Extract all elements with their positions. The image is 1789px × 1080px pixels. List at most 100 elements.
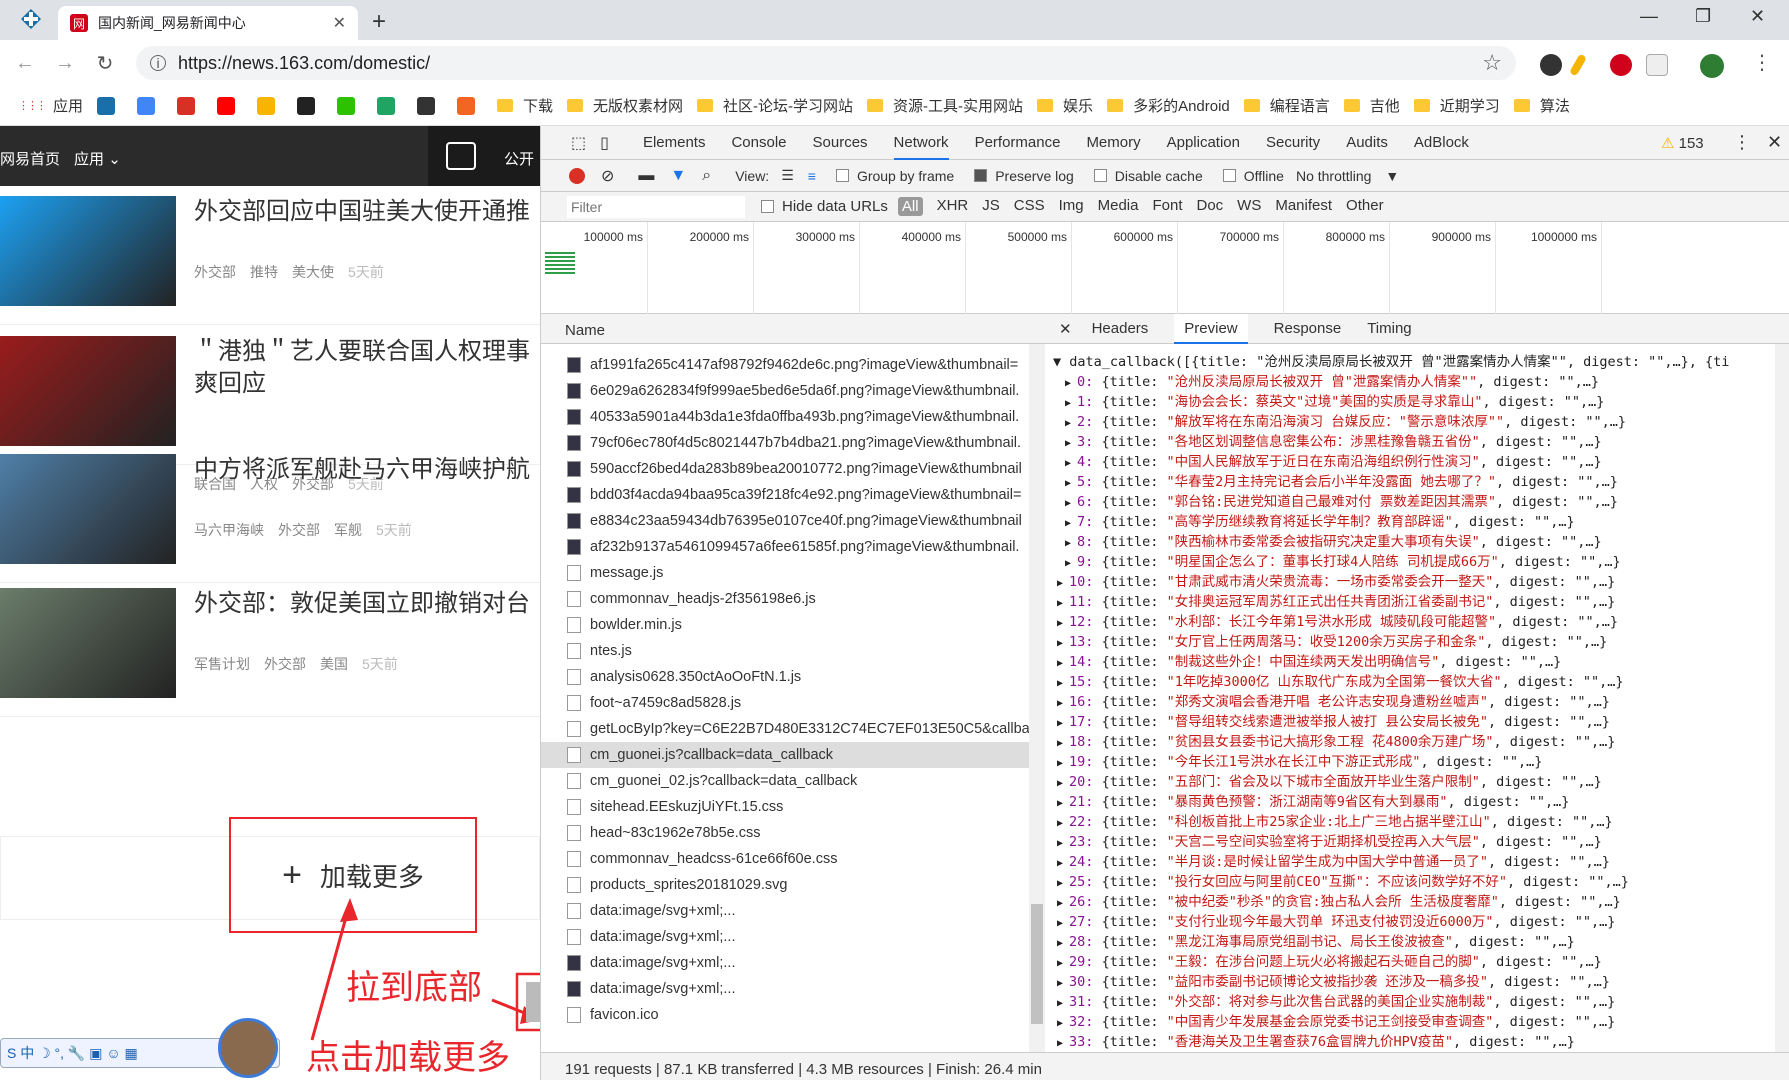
bookmark-item[interactable] bbox=[97, 96, 123, 115]
reload-icon[interactable]: ↻ bbox=[90, 51, 120, 76]
preview-item[interactable]: ▶ 31: {title: "外交部：将对参与此次售台武器的美国企业实施制裁",… bbox=[1053, 992, 1775, 1012]
filter-type-ws[interactable]: WS bbox=[1237, 197, 1261, 216]
profile-avatar[interactable] bbox=[1700, 54, 1724, 78]
bookmark-item[interactable] bbox=[457, 96, 483, 115]
preview-item[interactable]: ▶ 10: {title: "甘肃武威市清火荣贵流毒：一场市委常委会开一整天",… bbox=[1053, 572, 1775, 592]
request-row[interactable]: data:image/svg+xml;... bbox=[541, 898, 1029, 924]
request-row[interactable]: bdd03f4acda94baa95ca39f218fc4e92.png?ima… bbox=[541, 482, 1029, 508]
filter-type-doc[interactable]: Doc bbox=[1196, 197, 1223, 216]
tab-sources[interactable]: Sources bbox=[813, 126, 868, 160]
name-column-header[interactable]: Name bbox=[541, 314, 1045, 344]
extension-pencil-icon[interactable] bbox=[1569, 53, 1587, 77]
minimize-button[interactable]: — bbox=[1640, 6, 1658, 27]
news-tag[interactable]: 外交部 bbox=[278, 522, 320, 538]
news-tag[interactable]: 美大使 bbox=[292, 264, 334, 280]
hide-data-urls-checkbox[interactable] bbox=[761, 200, 774, 213]
throttling-select[interactable]: No throttling ▼ bbox=[1296, 168, 1399, 184]
preview-item[interactable]: ▶ 25: {title: "投行女回应与阿里前CEO"互撕"：不应该问数学好不… bbox=[1053, 872, 1775, 892]
bookmark-item[interactable]: 吉他 bbox=[1343, 95, 1400, 116]
group-by-frame-checkbox[interactable] bbox=[835, 169, 849, 182]
request-row[interactable]: favicon.ico bbox=[541, 1002, 1029, 1028]
close-window-button[interactable]: ✕ bbox=[1750, 6, 1765, 27]
preview-item[interactable]: ▶ 8: {title: "陕西榆林市委常委会被指研究决定重大事项有失误", d… bbox=[1053, 532, 1775, 552]
detail-tab-response[interactable]: Response bbox=[1274, 314, 1342, 344]
warning-count[interactable]: ⚠ 153 bbox=[1661, 134, 1704, 152]
bookmark-item[interactable]: 下载 bbox=[497, 95, 553, 116]
filter-type-media[interactable]: Media bbox=[1098, 197, 1139, 216]
preview-item[interactable]: ▶ 12: {title: "水利部：长江今年第1号洪水形成 城陵矶段可能超警"… bbox=[1053, 612, 1775, 632]
nav-home-link[interactable]: 网易首页 bbox=[0, 148, 60, 169]
filter-type-css[interactable]: CSS bbox=[1014, 197, 1045, 216]
offline-checkbox[interactable] bbox=[1222, 169, 1236, 182]
new-tab-button[interactable]: + bbox=[372, 8, 386, 36]
preview-item[interactable]: ▶ 15: {title: "1年吃掉3000亿 山东取代广东成为全国第一餐饮大… bbox=[1053, 672, 1775, 692]
tab-audits[interactable]: Audits bbox=[1346, 126, 1388, 160]
back-icon[interactable]: ← bbox=[10, 52, 40, 75]
info-icon[interactable]: i bbox=[150, 55, 166, 71]
tab-network[interactable]: Network bbox=[893, 126, 949, 160]
ime-icon[interactable]: S 中 ☽ °, 🔧 ▣ ☺ ▦ bbox=[7, 1043, 138, 1063]
disable-cache-checkbox[interactable] bbox=[1093, 169, 1107, 182]
filter-type-js[interactable]: JS bbox=[982, 197, 1000, 216]
preview-item[interactable]: ▶ 11: {title: "女排奥运冠军周苏红正式出任共青团浙江省委副书记",… bbox=[1053, 592, 1775, 612]
bookmark-item[interactable]: 资源-工具-实用网站 bbox=[867, 95, 1023, 116]
news-thumbnail[interactable] bbox=[0, 336, 176, 446]
news-title[interactable]: ＂港独＂艺人要联合国人权理事 爽回应 bbox=[194, 336, 540, 400]
preview-item[interactable]: ▶ 28: {title: "黑龙江海事局原党组副书记、局长王俊波被查", di… bbox=[1053, 932, 1775, 952]
request-row[interactable]: foot~a7459c8ad5828.js bbox=[541, 690, 1029, 716]
bookmark-item[interactable]: 算法 bbox=[1513, 95, 1570, 116]
extension-ninja-icon[interactable] bbox=[1540, 54, 1562, 76]
news-title[interactable]: 外交部：敦促美国立即撤销对台 bbox=[194, 588, 540, 620]
preview-item[interactable]: ▶ 24: {title: "半月谈:是时候让留学生成为中国大学中普通一员了",… bbox=[1053, 852, 1775, 872]
news-tag[interactable]: 军售计划 bbox=[194, 656, 250, 672]
nav-apps-link[interactable]: 应用 ⌄ bbox=[74, 148, 121, 169]
request-list-scrollbar[interactable] bbox=[1029, 344, 1045, 1052]
tab-adblock[interactable]: AdBlock bbox=[1414, 126, 1469, 160]
news-thumbnail[interactable] bbox=[0, 588, 176, 698]
preview-item[interactable]: ▶ 14: {title: "制裁这些外企！中国连续两天发出明确信号", dig… bbox=[1053, 652, 1775, 672]
detail-tab-headers[interactable]: Headers bbox=[1092, 314, 1149, 344]
load-more-button[interactable]: + 加载更多 bbox=[229, 817, 477, 933]
request-row[interactable]: 79cf06ec780f4d5c8021447b7b4dba21.png?ima… bbox=[541, 430, 1029, 456]
bookmark-item[interactable]: 近期学习 bbox=[1413, 95, 1500, 116]
bookmark-item[interactable] bbox=[417, 96, 443, 115]
inspect-icon[interactable]: ⬚ bbox=[571, 133, 586, 153]
request-row[interactable]: analysis0628.350ctAoOoFtN.1.js bbox=[541, 664, 1029, 690]
tab-application[interactable]: Application bbox=[1167, 126, 1240, 160]
preview-item[interactable]: ▶ 22: {title: "科创板首批上市25家企业:北上广三地占据半壁江山"… bbox=[1053, 812, 1775, 832]
request-row[interactable]: commonnav_headjs-2f356198e6.js bbox=[541, 586, 1029, 612]
bookmark-item[interactable]: 社区-论坛-学习网站 bbox=[697, 95, 853, 116]
bookmark-item[interactable] bbox=[177, 96, 203, 115]
request-row[interactable]: data:image/svg+xml;... bbox=[541, 976, 1029, 1002]
news-tag[interactable]: 推特 bbox=[250, 264, 278, 280]
browser-tab[interactable]: 网 国内新闻_网易新闻中心 ✕ bbox=[58, 6, 358, 40]
filter-type-other[interactable]: Other bbox=[1346, 197, 1384, 216]
news-title[interactable]: 外交部回应中国驻美大使开通推 bbox=[194, 196, 540, 228]
request-row[interactable]: products_sprites20181029.svg bbox=[541, 872, 1029, 898]
news-tag[interactable]: 外交部 bbox=[264, 656, 306, 672]
filter-type-xhr[interactable]: XHR bbox=[937, 197, 969, 216]
preview-item[interactable]: ▶ 7: {title: "高等学历继续教育将延长学年制？教育部辟谣", dig… bbox=[1053, 512, 1775, 532]
filter-icon[interactable]: ▼ bbox=[670, 167, 686, 185]
request-row[interactable]: ntes.js bbox=[541, 638, 1029, 664]
bookmark-item[interactable] bbox=[337, 96, 363, 115]
mail-icon[interactable] bbox=[446, 142, 476, 170]
preview-item[interactable]: ▶ 19: {title: "今年长江1号洪水在长江中下游正式形成", dige… bbox=[1053, 752, 1775, 772]
devtools-close-icon[interactable]: ✕ bbox=[1767, 132, 1782, 153]
bookmark-item[interactable] bbox=[257, 96, 283, 115]
request-row[interactable]: sitehead.EEskuzjUiYFt.15.css bbox=[541, 794, 1029, 820]
filter-type-font[interactable]: Font bbox=[1152, 197, 1182, 216]
bookmark-item[interactable] bbox=[297, 96, 323, 115]
filter-type-img[interactable]: Img bbox=[1059, 197, 1084, 216]
detail-tab-timing[interactable]: Timing bbox=[1367, 314, 1411, 344]
detail-close-icon[interactable]: ✕ bbox=[1059, 320, 1072, 338]
preview-item[interactable]: ▶ 29: {title: "王毅：在涉台问题上玩火必将搬起石头砸自己的脚", … bbox=[1053, 952, 1775, 972]
preview-item[interactable]: ▶ 13: {title: "女厅官上任两周落马：收受1200余万买房子和金条"… bbox=[1053, 632, 1775, 652]
address-bar[interactable]: i https://news.163.com/domestic/ ☆ bbox=[136, 46, 1516, 80]
request-row[interactable]: 6e029a6262834f9f999ae5bed6e5da6f.png?ima… bbox=[541, 378, 1029, 404]
request-row[interactable]: data:image/svg+xml;... bbox=[541, 924, 1029, 950]
preview-item[interactable]: ▶ 27: {title: "支付行业现今年最大罚单 环迅支付被罚没近6000万… bbox=[1053, 912, 1775, 932]
preview-item[interactable]: ▶ 1: {title: "海协会会长：蔡英文"过境"美国的实质是寻求靠山", … bbox=[1053, 392, 1775, 412]
preview-scrollbar[interactable] bbox=[1775, 344, 1789, 1052]
tab-console[interactable]: Console bbox=[731, 126, 786, 160]
